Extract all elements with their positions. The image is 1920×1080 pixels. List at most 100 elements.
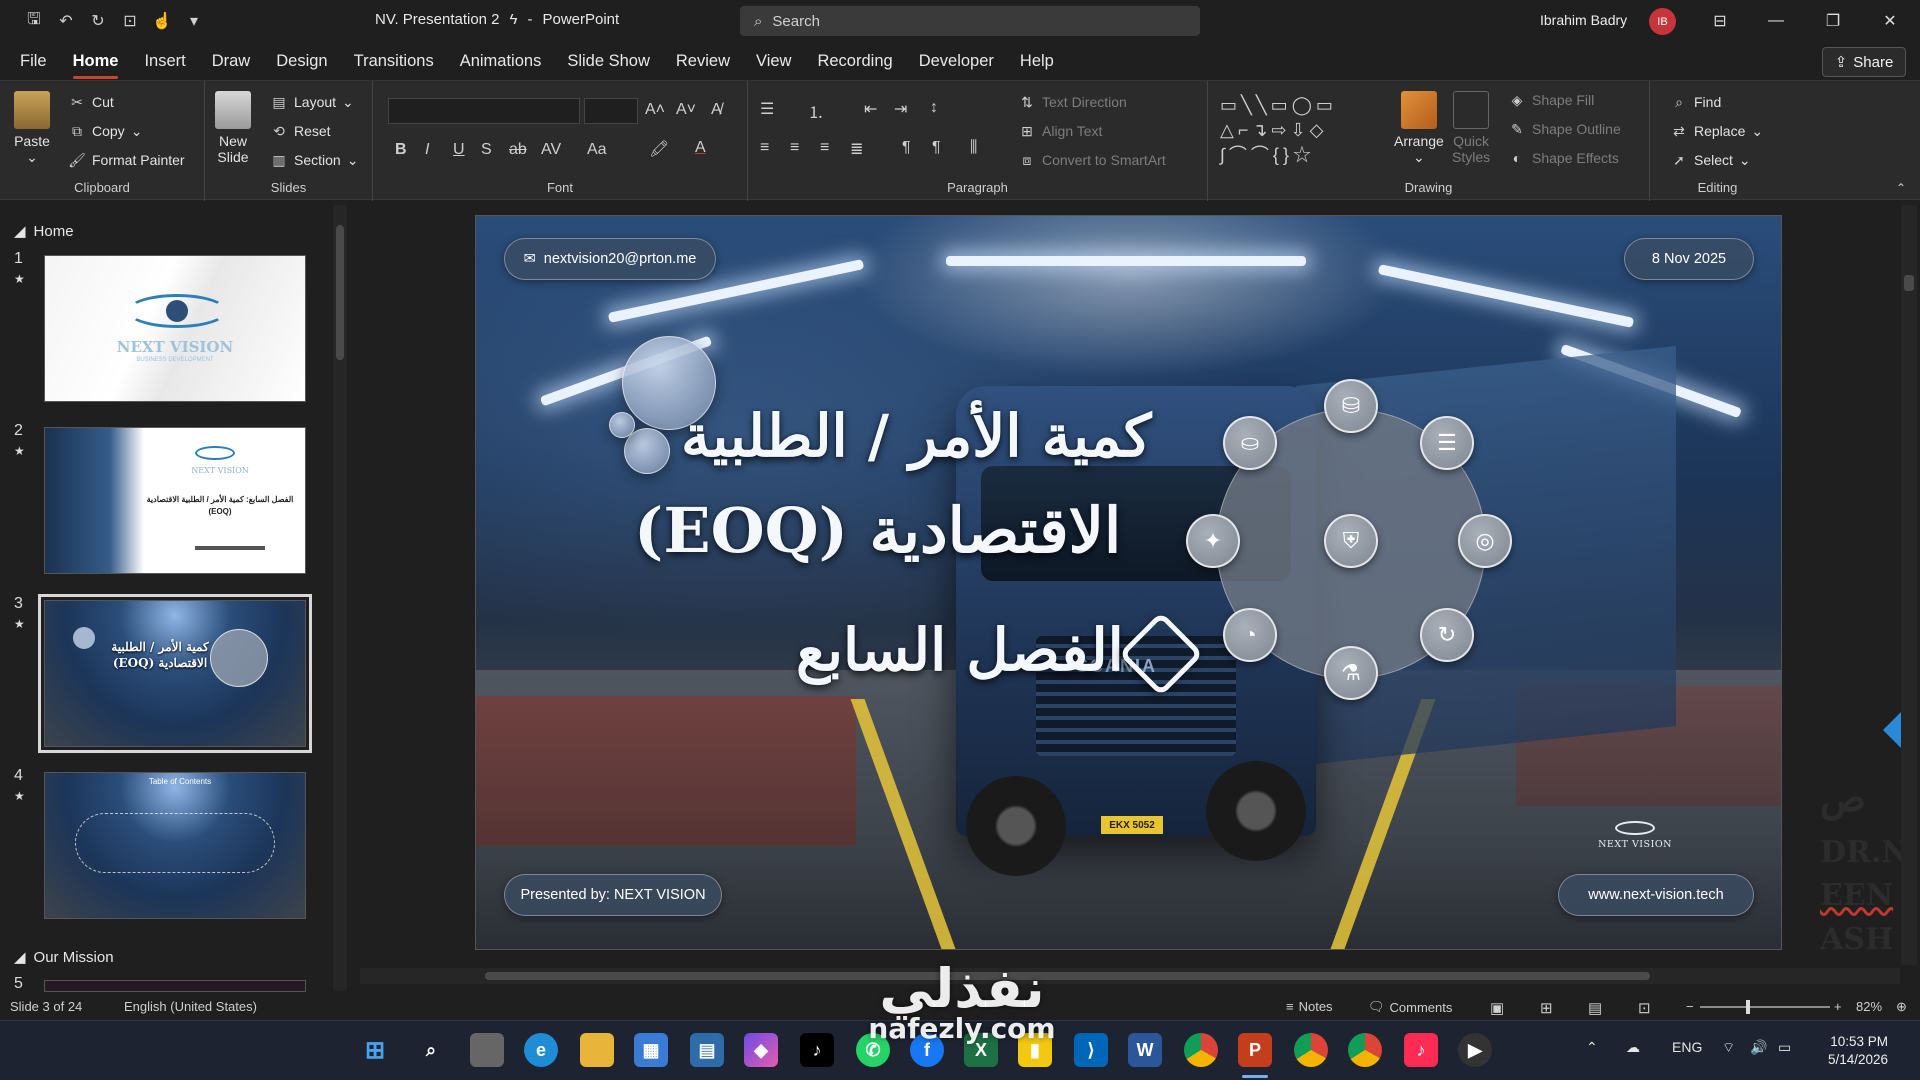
slide-thumbnail-3[interactable]: كمية الأمر / الطلبية الاقتصادية (EOQ) xyxy=(38,594,312,753)
copy-button[interactable]: ⧉ Copy ⌄ xyxy=(68,122,142,140)
zoom-out-icon[interactable]: − xyxy=(1686,999,1694,1014)
media-player-icon[interactable]: ▶ xyxy=(1458,1033,1492,1067)
target-icon[interactable]: ◎ xyxy=(1458,514,1512,568)
tab-insert[interactable]: Insert xyxy=(144,46,185,77)
align-text-button[interactable]: ⊞ Align Text xyxy=(1018,122,1102,140)
news-icon[interactable]: ▤ xyxy=(690,1033,724,1067)
wifi-icon[interactable]: ⌔ xyxy=(1722,1039,1735,1057)
clock[interactable]: 10:53 PM 5/14/2026 xyxy=(1828,1033,1888,1069)
arrange-button[interactable]: Arrange ⌄ xyxy=(1394,91,1444,165)
fit-slide-icon[interactable]: ⊕ xyxy=(1896,999,1907,1015)
close-button[interactable]: ✕ xyxy=(1875,8,1905,34)
coins-icon[interactable]: ⛁ xyxy=(1324,379,1378,433)
font-size-input[interactable] xyxy=(584,98,638,124)
slide-canvas[interactable]: SCANIA EKX 5052 ✉ nextvision20@prton.me … xyxy=(475,215,1782,950)
slide-thumbnail-1[interactable]: NEXT VISION BUSINESS DEVELOPMENT xyxy=(44,255,306,402)
touch-mode-icon[interactable]: ☝ xyxy=(148,7,176,35)
sparkle-icon[interactable]: ✦ xyxy=(1186,514,1240,568)
underline-icon[interactable]: U xyxy=(453,141,465,159)
shield-icon[interactable]: ⛨ xyxy=(1324,514,1378,568)
cut-button[interactable]: ✂ Cut xyxy=(68,93,114,111)
save-icon[interactable]: 🖫 xyxy=(20,7,48,35)
tab-animations[interactable]: Animations xyxy=(460,46,542,77)
tab-view[interactable]: View xyxy=(756,46,791,77)
section-button[interactable]: ▥ Section ⌄ xyxy=(270,151,358,169)
layers-icon[interactable]: ☰ xyxy=(1420,416,1474,470)
collapse-ribbon-icon[interactable]: ⌃ xyxy=(1896,181,1906,195)
comments-button[interactable]: 🗨 Comments xyxy=(1368,999,1452,1015)
store-icon[interactable]: ▦ xyxy=(634,1033,668,1067)
increase-indent-icon[interactable]: ⇥ xyxy=(894,99,907,119)
grow-font-icon[interactable]: A˄ xyxy=(645,101,665,119)
normal-view-icon[interactable]: ▣ xyxy=(1490,999,1504,1017)
numbering-icon[interactable]: ⒈ xyxy=(808,99,824,123)
zoom-slider[interactable] xyxy=(1700,1000,1830,1014)
slide-title-line-2[interactable]: الاقتصادية (EOQ) xyxy=(634,494,1121,567)
chrome-icon[interactable] xyxy=(1184,1033,1218,1067)
search-box[interactable]: ⌕ Search xyxy=(740,6,1200,36)
powerpoint-icon[interactable]: P xyxy=(1238,1033,1272,1067)
chrome-profile-icon[interactable] xyxy=(1294,1033,1328,1067)
slide-thumbnail-5[interactable] xyxy=(44,980,306,992)
pie-chart-icon[interactable]: ◔ xyxy=(1223,608,1277,662)
slide-show-icon[interactable]: ⊡ xyxy=(1638,999,1651,1017)
database-icon[interactable]: ⛀ xyxy=(1223,416,1277,470)
shrink-font-icon[interactable]: A˅ xyxy=(676,101,696,119)
font-color-icon[interactable]: A xyxy=(695,139,706,157)
zoom-slider-thumb[interactable] xyxy=(1746,1000,1750,1014)
tab-recording[interactable]: Recording xyxy=(817,46,892,77)
customize-qat-icon[interactable]: ▾ xyxy=(180,7,208,35)
copilot-icon[interactable]: ◆ xyxy=(744,1033,778,1067)
rtl-icon[interactable]: ¶ xyxy=(932,139,941,157)
edge-icon[interactable]: e xyxy=(524,1033,558,1067)
bold-icon[interactable]: B xyxy=(395,141,407,159)
canvas-horizontal-scrollbar[interactable] xyxy=(360,968,1900,984)
tab-home[interactable]: Home xyxy=(72,46,118,79)
select-button[interactable]: ➚ Select ⌄ xyxy=(1670,151,1751,169)
char-spacing-icon[interactable]: AV xyxy=(541,141,561,159)
section-home[interactable]: ◢ Home xyxy=(14,222,74,241)
shape-fill-button[interactable]: ◈ Shape Fill xyxy=(1508,91,1595,109)
align-right-icon[interactable]: ≡ xyxy=(820,139,829,157)
strikethrough-icon[interactable]: ab xyxy=(509,141,527,159)
new-slide-button[interactable]: New Slide xyxy=(215,91,251,165)
change-case-icon[interactable]: Aa xyxy=(587,141,607,159)
shape-effects-button[interactable]: ◐ Shape Effects xyxy=(1508,149,1619,167)
text-direction-button[interactable]: ⇅ Text Direction xyxy=(1018,93,1127,111)
avatar[interactable]: IB xyxy=(1649,8,1676,35)
thumbnail-scrollbar[interactable] xyxy=(333,205,347,991)
minimize-button[interactable]: — xyxy=(1761,8,1791,34)
find-button[interactable]: ⌕ Find xyxy=(1670,93,1721,111)
word-icon[interactable]: W xyxy=(1128,1033,1162,1067)
line-spacing-icon[interactable]: ↕ xyxy=(930,99,938,117)
tab-slide-show[interactable]: Slide Show xyxy=(567,46,650,77)
shadow-icon[interactable]: S xyxy=(481,141,492,159)
onedrive-icon[interactable]: ☁ xyxy=(1626,1039,1640,1056)
flask-icon[interactable]: ⚗ xyxy=(1324,646,1378,700)
language-indicator[interactable]: ENG xyxy=(1672,1039,1702,1055)
search-icon[interactable]: ⌕ xyxy=(414,1033,448,1067)
reading-view-icon[interactable]: ▤ xyxy=(1588,999,1602,1017)
file-explorer-icon[interactable] xyxy=(580,1033,614,1067)
zoom-level[interactable]: 82% xyxy=(1856,999,1882,1014)
ribbon-display-icon[interactable]: ⊟ xyxy=(1705,8,1735,34)
restore-button[interactable]: ❐ xyxy=(1818,8,1848,34)
redo-icon[interactable]: ↻ xyxy=(84,7,112,35)
format-painter-button[interactable]: 🖌 Format Painter xyxy=(68,151,184,169)
chrome-profile-2-icon[interactable] xyxy=(1348,1033,1382,1067)
scrollbar-thumb[interactable] xyxy=(1904,275,1914,291)
tab-file[interactable]: File xyxy=(20,46,47,77)
slide-title-line-1[interactable]: كمية الأمر / الطلبية xyxy=(681,402,1151,470)
replace-button[interactable]: ⇄ Replace ⌄ xyxy=(1670,122,1763,140)
notes-button[interactable]: ≡ Notes xyxy=(1286,999,1333,1014)
paste-button[interactable]: Paste ⌄ xyxy=(14,91,50,165)
tiktok-icon[interactable]: ♪ xyxy=(800,1033,834,1067)
task-view-icon[interactable] xyxy=(470,1033,504,1067)
tab-review[interactable]: Review xyxy=(676,46,730,77)
vscode-icon[interactable]: ⟩ xyxy=(1074,1033,1108,1067)
language-indicator[interactable]: English (United States) xyxy=(124,999,257,1014)
slide-title-line-3[interactable]: الفصل السابع xyxy=(796,616,1124,684)
font-name-input[interactable] xyxy=(388,98,580,124)
columns-icon[interactable]: ⫼ xyxy=(970,139,977,157)
battery-icon[interactable]: ▭ xyxy=(1778,1039,1791,1056)
